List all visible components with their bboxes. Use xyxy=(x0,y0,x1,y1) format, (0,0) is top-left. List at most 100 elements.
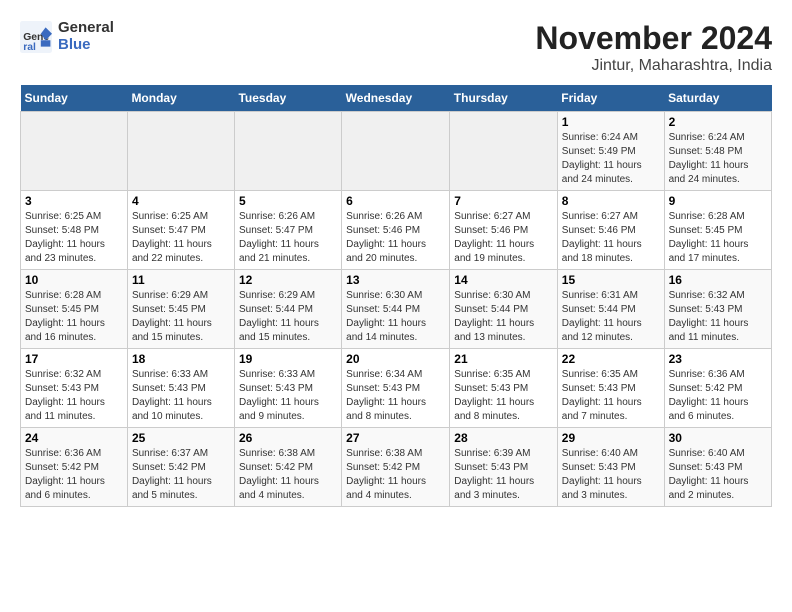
calendar-cell: 30Sunrise: 6:40 AMSunset: 5:43 PMDayligh… xyxy=(664,428,771,507)
day-number: 28 xyxy=(454,431,553,445)
day-number: 4 xyxy=(132,194,230,208)
day-number: 14 xyxy=(454,273,553,287)
day-number: 12 xyxy=(239,273,337,287)
calendar-cell: 15 Sunrise: 6:31 AMSunset: 5:44 PMDayligh… xyxy=(557,270,664,349)
day-info: Sunrise: 6:30 AMSunset: 5:44 PMDaylight:… xyxy=(454,289,553,345)
day-info: Sunrise: 6:35 AMSunset: 5:43 PMDaylight:… xyxy=(454,368,553,424)
day-number: 11 xyxy=(132,273,230,287)
calendar-week-row: 24 Sunrise: 6:36 AMSunset: 5:42 PMDayligh… xyxy=(21,428,772,507)
day-info: Sunrise: 6:29 AMSunset: 5:45 PMDaylight:… xyxy=(132,289,230,345)
calendar-cell: 29Sunrise: 6:40 AMSunset: 5:43 PMDayligh… xyxy=(557,428,664,507)
calendar-cell xyxy=(21,112,128,191)
calendar-cell: 16Sunrise: 6:32 AMSunset: 5:43 PMDayligh… xyxy=(664,270,771,349)
calendar-cell: 13 Sunrise: 6:30 AMSunset: 5:44 PMDayligh… xyxy=(342,270,450,349)
day-info: Sunrise: 6:33 AMSunset: 5:43 PMDaylight:… xyxy=(132,368,230,424)
calendar-cell: 23 Sunrise: 6:36 AMSunset: 5:42 PMDayligh… xyxy=(664,349,771,428)
day-number: 8 xyxy=(562,194,660,208)
day-number: 15 xyxy=(562,273,660,287)
calendar-cell: 24 Sunrise: 6:36 AMSunset: 5:42 PMDayligh… xyxy=(21,428,128,507)
day-info: Sunrise: 6:38 AMSunset: 5:42 PMDaylight:… xyxy=(346,447,445,503)
logo: Gene ral General Blue xyxy=(20,20,114,53)
day-number: 19 xyxy=(239,352,337,366)
calendar-cell: 22 Sunrise: 6:35 AMSunset: 5:43 PMDayligh… xyxy=(557,349,664,428)
day-info: Sunrise: 6:40 AMSunset: 5:43 PMDaylight:… xyxy=(669,447,767,503)
calendar-cell: 8 Sunrise: 6:27 AMSunset: 5:46 PMDaylight… xyxy=(557,191,664,270)
day-info: Sunrise: 6:32 AMSunset: 5:43 PMDaylight:… xyxy=(25,368,123,424)
day-info: Sunrise: 6:39 AMSunset: 5:43 PMDaylight:… xyxy=(454,447,553,503)
day-number: 20 xyxy=(346,352,445,366)
header-cell-sunday: Sunday xyxy=(21,85,128,112)
calendar-week-row: 1 Sunrise: 6:24 AMSunset: 5:49 PMDaylight… xyxy=(21,112,772,191)
page-title: November 2024 xyxy=(535,20,772,57)
day-info: Sunrise: 6:28 AMSunset: 5:45 PMDaylight:… xyxy=(669,210,767,266)
calendar-cell: 17Sunrise: 6:32 AMSunset: 5:43 PMDayligh… xyxy=(21,349,128,428)
day-info: Sunrise: 6:38 AMSunset: 5:42 PMDaylight:… xyxy=(239,447,337,503)
calendar-cell: 26 Sunrise: 6:38 AMSunset: 5:42 PMDayligh… xyxy=(234,428,341,507)
calendar-week-row: 3 Sunrise: 6:25 AMSunset: 5:48 PMDaylight… xyxy=(21,191,772,270)
calendar-cell: 3 Sunrise: 6:25 AMSunset: 5:48 PMDaylight… xyxy=(21,191,128,270)
day-info: Sunrise: 6:30 AMSunset: 5:44 PMDaylight:… xyxy=(346,289,445,345)
header-cell-tuesday: Tuesday xyxy=(234,85,341,112)
calendar-cell: 20 Sunrise: 6:34 AMSunset: 5:43 PMDayligh… xyxy=(342,349,450,428)
calendar-body: 1 Sunrise: 6:24 AMSunset: 5:49 PMDaylight… xyxy=(21,112,772,507)
logo-general: General xyxy=(58,20,114,37)
day-info: Sunrise: 6:25 AMSunset: 5:47 PMDaylight:… xyxy=(132,210,230,266)
calendar-cell: 7 Sunrise: 6:27 AMSunset: 5:46 PMDaylight… xyxy=(450,191,558,270)
calendar-cell: 14 Sunrise: 6:30 AMSunset: 5:44 PMDayligh… xyxy=(450,270,558,349)
header-cell-wednesday: Wednesday xyxy=(342,85,450,112)
day-number: 27 xyxy=(346,431,445,445)
calendar-cell xyxy=(450,112,558,191)
day-number: 18 xyxy=(132,352,230,366)
day-info: Sunrise: 6:26 AMSunset: 5:46 PMDaylight:… xyxy=(346,210,445,266)
calendar-cell: 19Sunrise: 6:33 AMSunset: 5:43 PMDayligh… xyxy=(234,349,341,428)
header-cell-saturday: Saturday xyxy=(664,85,771,112)
calendar-cell: 9 Sunrise: 6:28 AMSunset: 5:45 PMDaylight… xyxy=(664,191,771,270)
day-number: 7 xyxy=(454,194,553,208)
calendar-cell: 27 Sunrise: 6:38 AMSunset: 5:42 PMDayligh… xyxy=(342,428,450,507)
day-info: Sunrise: 6:25 AMSunset: 5:48 PMDaylight:… xyxy=(25,210,123,266)
calendar-week-row: 17Sunrise: 6:32 AMSunset: 5:43 PMDayligh… xyxy=(21,349,772,428)
calendar-cell xyxy=(234,112,341,191)
calendar-cell: 11 Sunrise: 6:29 AMSunset: 5:45 PMDayligh… xyxy=(127,270,234,349)
day-info: Sunrise: 6:26 AMSunset: 5:47 PMDaylight:… xyxy=(239,210,337,266)
day-number: 9 xyxy=(669,194,767,208)
day-info: Sunrise: 6:28 AMSunset: 5:45 PMDaylight:… xyxy=(25,289,123,345)
day-number: 13 xyxy=(346,273,445,287)
day-info: Sunrise: 6:34 AMSunset: 5:43 PMDaylight:… xyxy=(346,368,445,424)
day-number: 3 xyxy=(25,194,123,208)
day-number: 22 xyxy=(562,352,660,366)
day-number: 16 xyxy=(669,273,767,287)
day-number: 5 xyxy=(239,194,337,208)
title-area: November 2024 Jintur, Maharashtra, India xyxy=(535,20,772,75)
day-info: Sunrise: 6:27 AMSunset: 5:46 PMDaylight:… xyxy=(562,210,660,266)
day-info: Sunrise: 6:24 AMSunset: 5:49 PMDaylight:… xyxy=(562,131,660,187)
day-number: 21 xyxy=(454,352,553,366)
logo-blue: Blue xyxy=(58,37,114,54)
day-info: Sunrise: 6:27 AMSunset: 5:46 PMDaylight:… xyxy=(454,210,553,266)
day-number: 26 xyxy=(239,431,337,445)
header: Gene ral General Blue November 2024 Jint… xyxy=(20,20,772,75)
day-info: Sunrise: 6:31 AMSunset: 5:44 PMDaylight:… xyxy=(562,289,660,345)
day-info: Sunrise: 6:36 AMSunset: 5:42 PMDaylight:… xyxy=(669,368,767,424)
day-info: Sunrise: 6:36 AMSunset: 5:42 PMDaylight:… xyxy=(25,447,123,503)
day-info: Sunrise: 6:35 AMSunset: 5:43 PMDaylight:… xyxy=(562,368,660,424)
calendar-cell: 6Sunrise: 6:26 AMSunset: 5:46 PMDaylight… xyxy=(342,191,450,270)
day-number: 1 xyxy=(562,115,660,129)
day-number: 23 xyxy=(669,352,767,366)
day-info: Sunrise: 6:37 AMSunset: 5:42 PMDaylight:… xyxy=(132,447,230,503)
day-info: Sunrise: 6:24 AMSunset: 5:48 PMDaylight:… xyxy=(669,131,767,187)
page-subtitle: Jintur, Maharashtra, India xyxy=(535,57,772,75)
calendar-cell: 25Sunrise: 6:37 AMSunset: 5:42 PMDayligh… xyxy=(127,428,234,507)
calendar-cell xyxy=(127,112,234,191)
calendar-cell: 5 Sunrise: 6:26 AMSunset: 5:47 PMDaylight… xyxy=(234,191,341,270)
calendar-cell: 21 Sunrise: 6:35 AMSunset: 5:43 PMDayligh… xyxy=(450,349,558,428)
day-number: 29 xyxy=(562,431,660,445)
calendar-cell: 1 Sunrise: 6:24 AMSunset: 5:49 PMDaylight… xyxy=(557,112,664,191)
day-number: 10 xyxy=(25,273,123,287)
svg-text:ral: ral xyxy=(23,41,36,52)
logo-icon: Gene ral xyxy=(20,21,52,53)
calendar-cell xyxy=(342,112,450,191)
day-number: 24 xyxy=(25,431,123,445)
day-number: 2 xyxy=(669,115,767,129)
calendar-header-row: SundayMondayTuesdayWednesdayThursdayFrid… xyxy=(21,85,772,112)
